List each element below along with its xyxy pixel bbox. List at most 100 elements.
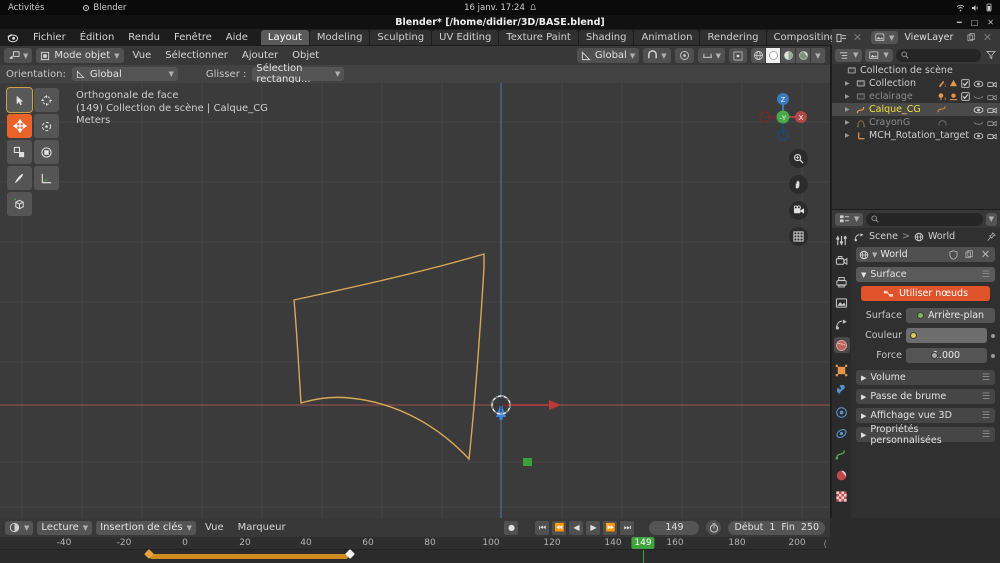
display-mode-selector[interactable]: ▼ [871, 31, 899, 44]
panel-custom-properties[interactable]: ▶ Propriétés personnalisées ☰ [856, 424, 995, 446]
view-layer-name[interactable]: ViewLayer [904, 32, 953, 43]
shading-material-button[interactable] [781, 48, 796, 63]
disclosure-icon[interactable]: ▶ [845, 132, 853, 139]
disclosure-icon[interactable]: ▶ [845, 93, 853, 100]
outliner-row-eclairage[interactable]: ▶ eclairage 3 [832, 90, 1000, 103]
shading-popover-button[interactable]: ▼ [811, 48, 826, 63]
activities-button[interactable]: Activités [8, 3, 44, 13]
playback-popover[interactable]: Lecture ▼ [37, 520, 93, 535]
tool-transform[interactable] [34, 140, 59, 164]
outliner-row-controls[interactable]: 3 [937, 92, 1000, 101]
tab-texture-paint[interactable]: Texture Paint [499, 30, 578, 45]
breadcrumb-scene[interactable]: Scene [869, 231, 898, 242]
tab-tool[interactable] [834, 232, 850, 248]
timeline-editor[interactable]: ▼ Lecture ▼ Insertion de clés ▼ Vue Marq… [0, 518, 830, 563]
tab-scene[interactable] [834, 316, 850, 332]
tab-texture[interactable] [834, 488, 850, 504]
timeline-menu-marqueur[interactable]: Marqueur [233, 522, 291, 533]
remove-view-layer-icon[interactable]: ✕ [981, 31, 994, 44]
outliner-row-collection[interactable]: ▶ Collection 2 [832, 77, 1000, 90]
camera-render-icon[interactable] [987, 132, 997, 140]
outliner-row-controls[interactable] [937, 118, 1000, 127]
strength-value-field[interactable]: 1.000 [906, 348, 987, 363]
properties-editor[interactable]: ▼ ▼ Scene > World ▼ World ✕ ▼ Surface ☰ … [832, 210, 1000, 518]
shading-solid-button[interactable] [766, 48, 781, 63]
next-keyframe-button[interactable]: ⏩ [603, 520, 618, 535]
end-value[interactable]: 250 [801, 522, 819, 533]
tab-layout[interactable]: Layout [260, 30, 309, 45]
outliner-id-type-filter[interactable]: ▼ [865, 48, 893, 62]
close-icon[interactable]: ✕ [987, 18, 994, 27]
minimize-icon[interactable]: ━ [957, 18, 962, 27]
object-origin-marker[interactable] [523, 458, 532, 466]
orientation-dropdown[interactable]: Global ▼ [71, 67, 178, 81]
tool-measure[interactable] [34, 166, 59, 190]
jump-start-button[interactable]: ⏮ [535, 520, 550, 535]
surface-shader-dropdown[interactable]: Arrière-plan [906, 308, 995, 323]
keying-popover[interactable]: Insertion de clés ▼ [96, 520, 196, 535]
outliner-row-calque-cg[interactable]: ▶ Calque_CG [832, 103, 1000, 116]
tool-add-cube[interactable] [7, 192, 32, 216]
fake-user-icon[interactable] [947, 248, 960, 261]
menu-edition[interactable]: Édition [73, 31, 122, 44]
navigation-axis-gizmo[interactable]: Z X -Y [754, 88, 812, 146]
maximize-icon[interactable]: □ [971, 18, 979, 27]
camera-render-icon[interactable] [987, 119, 997, 127]
outliner-row-controls[interactable] [937, 105, 1000, 114]
frame-range-field[interactable]: Début 1 Fin 250 [728, 520, 825, 535]
viewport-nav-buttons[interactable] [789, 149, 808, 246]
disclosure-icon[interactable]: ▶ [845, 106, 853, 113]
grid-icon[interactable] [789, 227, 808, 246]
eye-icon[interactable] [973, 106, 984, 114]
camera-icon[interactable] [789, 201, 808, 220]
tab-modeling[interactable]: Modeling [309, 30, 370, 45]
shading-wireframe-button[interactable] [751, 48, 766, 63]
checkbox-icon[interactable] [961, 92, 970, 101]
desktop-clock[interactable]: 16 janv. 17:24 [464, 3, 536, 13]
editor-type-button[interactable]: ▼ [5, 520, 34, 535]
tool-move[interactable] [7, 114, 32, 138]
menu-aide[interactable]: Aide [219, 31, 255, 44]
snap-toggle[interactable]: ▼ [643, 48, 671, 63]
animate-property-icon[interactable] [991, 333, 995, 338]
current-frame-field[interactable]: 149 [649, 520, 700, 535]
hand-icon[interactable] [789, 175, 808, 194]
panel-surface[interactable]: ▼ Surface ☰ [856, 267, 995, 282]
shading-mode-group[interactable]: ▼ [751, 48, 826, 63]
tab-view-layer[interactable] [834, 295, 850, 311]
current-frame-indicator[interactable]: 149 [631, 537, 655, 549]
vp-menu-ajouter[interactable]: Ajouter [237, 50, 283, 61]
disclosure-icon[interactable]: ▶ [845, 80, 853, 87]
prev-keyframe-button[interactable]: ⏪ [552, 520, 567, 535]
new-world-icon[interactable] [963, 248, 976, 261]
use-preview-range-icon[interactable] [706, 520, 722, 535]
checkbox-icon[interactable] [961, 79, 970, 88]
curve-object-calque-cg[interactable] [0, 83, 830, 518]
editor-type-button[interactable]: ▼ [4, 48, 33, 63]
vp-menu-selectionner[interactable]: Sélectionner [160, 50, 233, 61]
interaction-mode-selector[interactable]: Mode objet ▼ [36, 48, 124, 63]
transform-gizmo[interactable] [445, 348, 565, 468]
eye-closed-icon[interactable] [973, 93, 984, 101]
filter-icon[interactable] [984, 49, 997, 62]
panel-volume[interactable]: ▶ Volume ☰ [856, 370, 995, 385]
tool-annotate[interactable] [7, 166, 32, 190]
playback-controls[interactable]: ● ⏮ ⏪ ◀ ▶ ⏩ ⏭ 149 Début 1 Fin 250 [504, 520, 825, 535]
tab-object-data[interactable] [834, 446, 850, 462]
3d-viewport[interactable]: Options ▼ [0, 83, 830, 518]
camera-render-icon[interactable] [987, 80, 997, 88]
world-datablock-selector[interactable]: ▼ World ✕ [856, 247, 995, 262]
tab-world[interactable] [833, 337, 850, 353]
tab-output[interactable] [834, 274, 850, 290]
animate-property-icon[interactable] [991, 353, 995, 358]
disclosure-icon[interactable]: ▶ [845, 119, 853, 126]
transform-orientation-selector[interactable]: Global ▼ [576, 48, 640, 63]
camera-render-icon[interactable] [987, 93, 997, 101]
unlink-world-icon[interactable]: ✕ [979, 248, 992, 261]
panel-viewport-display[interactable]: ▶ Affichage vue 3D ☰ [856, 408, 995, 423]
tab-physics[interactable] [834, 404, 850, 420]
properties-search-input[interactable] [866, 212, 983, 226]
vp-menu-vue[interactable]: Vue [128, 50, 157, 61]
tab-render[interactable] [834, 253, 850, 269]
outliner-root-row[interactable]: Collection de scène [832, 64, 1000, 77]
